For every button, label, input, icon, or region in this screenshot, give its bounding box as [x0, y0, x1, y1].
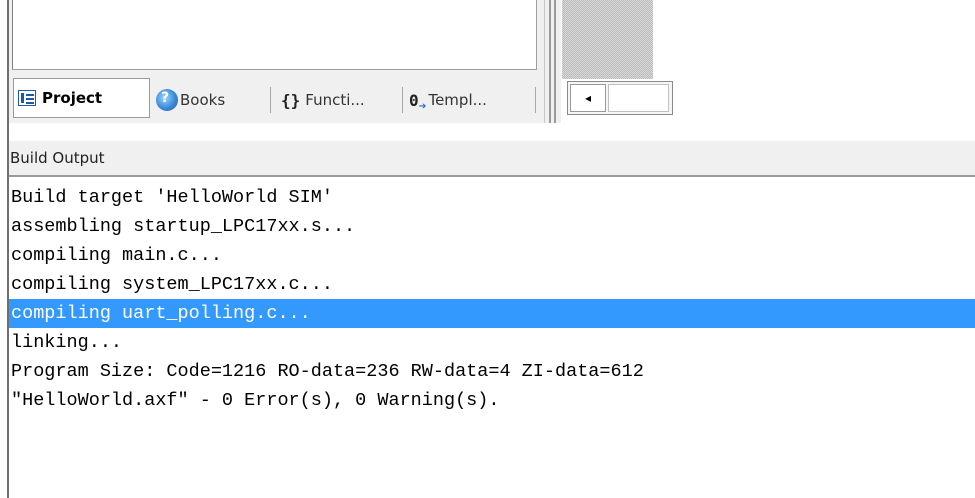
project-pane-content: [9, 0, 544, 75]
output-line[interactable]: Program Size: Code=1216 RO-data=236 RW-d…: [9, 357, 975, 386]
books-icon: [156, 89, 178, 111]
tab-templates-label: Templ...: [428, 91, 487, 109]
tab-separator: [270, 87, 271, 113]
project-tree-area[interactable]: [12, 0, 537, 70]
project-icon: [18, 90, 36, 106]
output-line[interactable]: "HelloWorld.axf" - 0 Error(s), 0 Warning…: [9, 386, 975, 415]
output-line-selected[interactable]: compiling uart_polling.c...: [9, 299, 975, 328]
editor-empty-area: [562, 0, 653, 79]
output-line[interactable]: assembling startup_LPC17xx.s...: [9, 212, 975, 241]
tab-books-label: Books: [180, 91, 226, 109]
splitter-grip-line: [554, 0, 556, 123]
splitter-grip-line: [549, 0, 551, 123]
tab-separator: [535, 87, 536, 113]
output-line[interactable]: Build target 'HelloWorld SIM': [9, 183, 975, 212]
arrow-left-icon: ◂: [584, 91, 592, 105]
vertical-splitter[interactable]: [544, 0, 561, 123]
tab-books[interactable]: Books: [156, 81, 225, 119]
tab-functions[interactable]: {} Functi...: [281, 81, 365, 119]
tab-templates[interactable]: 0➔ Templ...: [409, 81, 487, 119]
horizontal-scrollbar[interactable]: ◂: [567, 81, 673, 115]
build-output-header: Build Output: [9, 141, 975, 177]
scrollbar-track[interactable]: [608, 84, 669, 112]
tab-project[interactable]: Project: [13, 78, 150, 118]
templates-icon: 0➔: [409, 90, 427, 114]
project-tabs-bar: Project Books {} Functi... 0➔ Templ...: [9, 75, 544, 123]
functions-icon: {}: [281, 90, 301, 110]
tab-project-label: Project: [42, 89, 103, 107]
build-output-title: Build Output: [10, 149, 105, 167]
output-line[interactable]: compiling main.c...: [9, 241, 975, 270]
tab-functions-label: Functi...: [305, 91, 365, 109]
output-line[interactable]: linking...: [9, 328, 975, 357]
output-line[interactable]: compiling system_LPC17xx.c...: [9, 270, 975, 299]
scroll-left-button[interactable]: ◂: [570, 84, 606, 112]
tab-separator: [402, 87, 403, 113]
build-output-panel[interactable]: Build target 'HelloWorld SIM' assembling…: [9, 177, 975, 498]
